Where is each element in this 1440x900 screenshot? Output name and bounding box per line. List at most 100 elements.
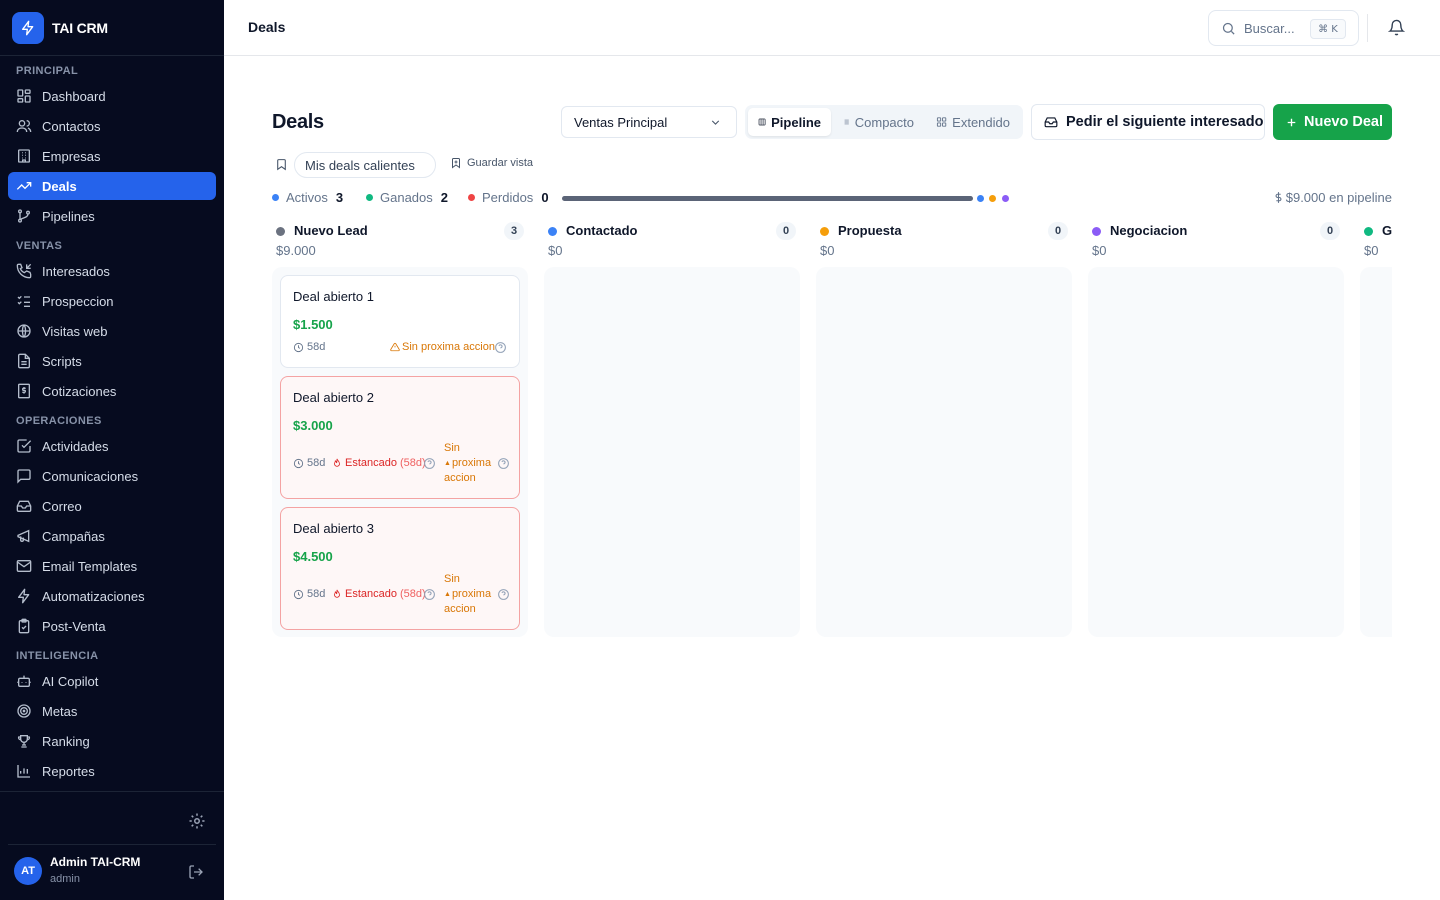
receipt-icon xyxy=(18,383,30,399)
view-extendido-button[interactable]: Extendido xyxy=(926,108,1020,136)
sidebar-item-empresas[interactable]: Empresas xyxy=(8,142,216,170)
help-circle-icon[interactable] xyxy=(423,457,436,470)
logout-icon[interactable] xyxy=(188,864,204,880)
stat-ganados: Ganados 2 xyxy=(366,190,448,205)
save-view-button[interactable]: Guardar vista xyxy=(450,157,533,169)
next-lead-button[interactable]: Pedir el siguiente interesado xyxy=(1031,104,1265,140)
pipeline-total-label: $9.000 en pipeline xyxy=(1285,190,1392,205)
stage-color-dot xyxy=(820,227,829,236)
header-divider xyxy=(1367,14,1368,42)
check-square-icon xyxy=(17,439,32,453)
stalled-label: Estancado xyxy=(345,457,397,469)
new-deal-button[interactable]: Nuevo Deal xyxy=(1273,104,1392,140)
sidebar-item-post-venta[interactable]: Post-Venta xyxy=(8,612,216,640)
view-toggle: Pipeline Compacto Extendido xyxy=(745,105,1023,139)
sidebar-item-pipelines[interactable]: Pipelines xyxy=(8,202,216,230)
building-icon xyxy=(18,149,30,163)
page-title: Deals xyxy=(272,111,324,133)
no-next-action-warning: Sin proxima accion xyxy=(390,341,495,353)
help-circle-icon[interactable] xyxy=(494,341,507,354)
stat-activos: Activos 3 xyxy=(272,190,343,205)
sidebar-item-label: Actividades xyxy=(42,438,109,454)
user-profile[interactable]: AT Admin TAI-CRM admin xyxy=(8,844,216,886)
sidebar-item-dashboard[interactable]: Dashboard xyxy=(8,82,216,110)
stage-dropzone[interactable] xyxy=(1088,267,1344,637)
sidebar-item-actividades[interactable]: Actividades xyxy=(8,432,216,460)
sidebar-item-campanas[interactable]: Campañas xyxy=(8,522,216,550)
sidebar-item-contactos[interactable]: Contactos xyxy=(8,112,216,140)
search-input[interactable]: Buscar... ⌘ K xyxy=(1208,10,1359,46)
stat-value: 0 xyxy=(541,190,549,205)
sidebar-item-ranking[interactable]: Ranking xyxy=(8,727,216,755)
sidebar-item-label: Pipelines xyxy=(42,208,95,224)
warning-line: ▲proxima xyxy=(444,587,491,602)
sidebar-item-interesados[interactable]: Interesados xyxy=(8,257,216,285)
stage-color-dot xyxy=(548,227,557,236)
stage-color-dot xyxy=(1364,227,1373,236)
stage-amount: $0 xyxy=(1364,243,1379,258)
sidebar-item-deals[interactable]: Deals xyxy=(8,172,216,200)
help-circle-icon[interactable] xyxy=(497,588,510,601)
sidebar-item-label: Metas xyxy=(42,703,78,719)
saved-view-chip[interactable]: Mis deals calientes xyxy=(294,152,436,178)
sidebar: TAI CRM PRINCIPAL Dashboard Contactos Em… xyxy=(0,0,224,900)
bell-icon[interactable] xyxy=(1388,19,1405,36)
flame-icon xyxy=(334,589,340,598)
bookmark-icon[interactable] xyxy=(275,158,288,171)
stage-dropzone[interactable]: Deal abierto 1 $1.500 58d Sin proxima ac… xyxy=(272,267,528,637)
sidebar-item-label: Post-Venta xyxy=(42,618,106,634)
view-pipeline-button[interactable]: Pipeline xyxy=(748,108,831,136)
warning-text: proxima xyxy=(451,588,492,600)
stage-color-dot xyxy=(276,227,285,236)
sidebar-item-reportes[interactable]: Reportes xyxy=(8,757,216,785)
stat-label: Ganados xyxy=(380,190,433,205)
help-circle-icon[interactable] xyxy=(423,588,436,601)
warning-line: ▲proxima xyxy=(444,456,491,471)
search-icon xyxy=(1222,22,1235,35)
sidebar-item-ai-copilot[interactable]: AI Copilot xyxy=(8,667,216,695)
sidebar-item-prospeccion[interactable]: Prospeccion xyxy=(8,287,216,315)
pipeline-select[interactable]: Ventas Principal xyxy=(561,106,737,138)
nav-section-principal: PRINCIPAL xyxy=(16,65,79,77)
app-name: TAI CRM xyxy=(52,19,108,36)
sidebar-item-email-templates[interactable]: Email Templates xyxy=(8,552,216,580)
sidebar-item-cotizaciones[interactable]: Cotizaciones xyxy=(8,377,216,405)
stat-label: Activos xyxy=(286,190,328,205)
stage-dot-negociacion xyxy=(1002,195,1009,202)
clock-icon xyxy=(293,589,304,599)
settings-gear-icon[interactable] xyxy=(188,812,206,830)
sidebar-item-metas[interactable]: Metas xyxy=(8,697,216,725)
sidebar-item-comunicaciones[interactable]: Comunicaciones xyxy=(8,462,216,490)
stage-name: Ganado xyxy=(1382,223,1392,238)
view-compacto-button[interactable]: Compacto xyxy=(832,108,924,136)
sidebar-item-correo[interactable]: Correo xyxy=(8,492,216,520)
nav-section-operaciones: OPERACIONES xyxy=(16,415,102,427)
stage-column-propuesta: Propuesta 0 $0 xyxy=(816,220,1072,640)
clock-icon xyxy=(293,342,304,352)
sidebar-item-visitas-web[interactable]: Visitas web xyxy=(8,317,216,345)
stage-count-badge: 3 xyxy=(504,222,524,240)
sidebar-item-label: Correo xyxy=(42,498,82,514)
stage-dropzone[interactable] xyxy=(544,267,800,637)
sidebar-item-label: Reportes xyxy=(42,763,95,779)
sidebar-item-automatizaciones[interactable]: Automatizaciones xyxy=(8,582,216,610)
sidebar-item-scripts[interactable]: Scripts xyxy=(8,347,216,375)
stage-dropzone[interactable] xyxy=(1360,267,1392,637)
help-circle-icon[interactable] xyxy=(497,457,510,470)
view-label: Extendido xyxy=(952,114,1010,130)
deal-amount: $1.500 xyxy=(293,317,333,332)
stage-column-negociacion: Negociacion 0 $0 xyxy=(1088,220,1344,640)
deal-card[interactable]: Deal abierto 3 $4.500 58d Estancado (58d… xyxy=(280,507,520,630)
sidebar-item-label: Campañas xyxy=(42,528,105,544)
alert-triangle-icon: ▲ xyxy=(444,591,451,598)
sidebar-item-label: Cotizaciones xyxy=(42,383,117,399)
deal-age-value: 58d xyxy=(307,341,326,353)
inbox-icon xyxy=(16,500,32,512)
deal-card[interactable]: Deal abierto 2 $3.000 58d Estancado (58d… xyxy=(280,376,520,499)
save-view-label: Guardar vista xyxy=(467,157,534,169)
pipeline-stats: Activos 3 Ganados 2 Perdidos 0 $9.000 en… xyxy=(272,190,1392,206)
brand[interactable]: TAI CRM xyxy=(0,0,224,56)
deal-card[interactable]: Deal abierto 1 $1.500 58d Sin proxima ac… xyxy=(280,275,520,368)
stage-dropzone[interactable] xyxy=(816,267,1072,637)
search-placeholder: Buscar... xyxy=(1244,20,1295,36)
